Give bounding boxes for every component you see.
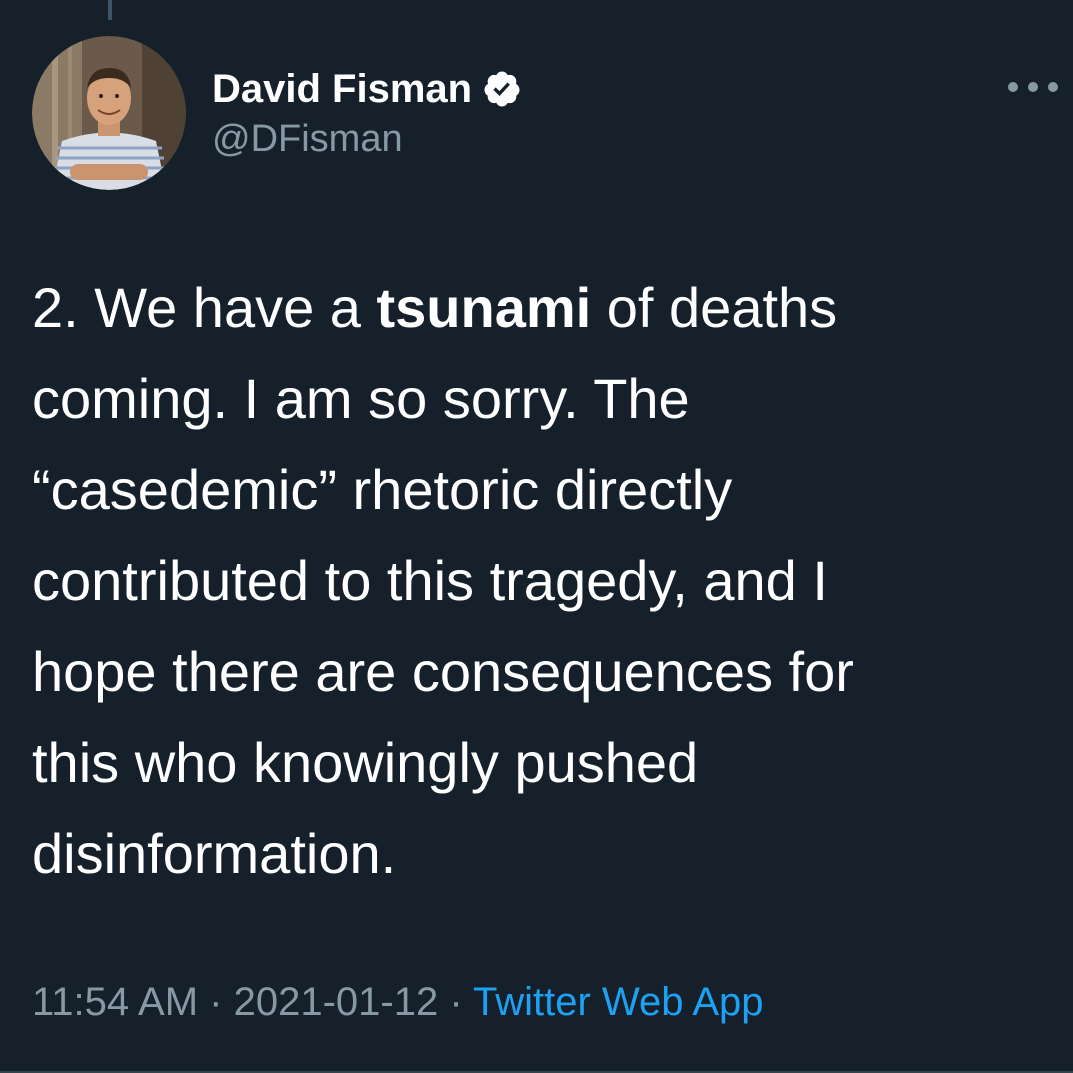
meta-separator: · (198, 980, 234, 1024)
tweet-line-6: this who knowingly pushed (32, 731, 699, 794)
author-display-name[interactable]: David Fisman (212, 67, 472, 112)
tweet-date[interactable]: 2021-01-12 (234, 980, 439, 1024)
tweet-line-5: hope there are consequences for (32, 640, 854, 703)
tweet-line-7: disinformation. (32, 822, 397, 885)
tweet-line-4: contributed to this tragedy, and I (32, 549, 828, 612)
tweet-line-1: 2. We have a tsunami of deaths (32, 262, 1042, 353)
more-dot (1028, 82, 1038, 92)
meta-separator: · (438, 980, 474, 1024)
author-name-row[interactable]: David Fisman (212, 64, 522, 114)
author-handle[interactable]: @DFisman (212, 118, 403, 161)
tweet-text-segment: 2. We have a (32, 276, 377, 339)
avatar-photo (32, 36, 186, 190)
tweet-metadata: 11:54 AM · 2021-01-12 · Twitter Web App (32, 980, 764, 1025)
tweet-bold-word: tsunami (376, 276, 592, 339)
more-dot (1048, 82, 1058, 92)
tweet-text-segment: of deaths (591, 276, 838, 339)
verified-badge-icon (482, 69, 522, 109)
tweet-line-3: “casedemic” rhetoric directly (32, 458, 733, 521)
tweet-line-2: coming. I am so sorry. The (32, 367, 690, 430)
more-options-icon[interactable] (1008, 72, 1058, 102)
tweet-time[interactable]: 11:54 AM (32, 980, 198, 1024)
thread-connector-line (108, 0, 112, 20)
more-dot (1008, 82, 1018, 92)
tweet-source-link[interactable]: Twitter Web App (473, 980, 764, 1024)
avatar[interactable] (32, 36, 186, 190)
tweet-text: 2. We have a tsunami of deaths coming. I… (32, 262, 1042, 899)
